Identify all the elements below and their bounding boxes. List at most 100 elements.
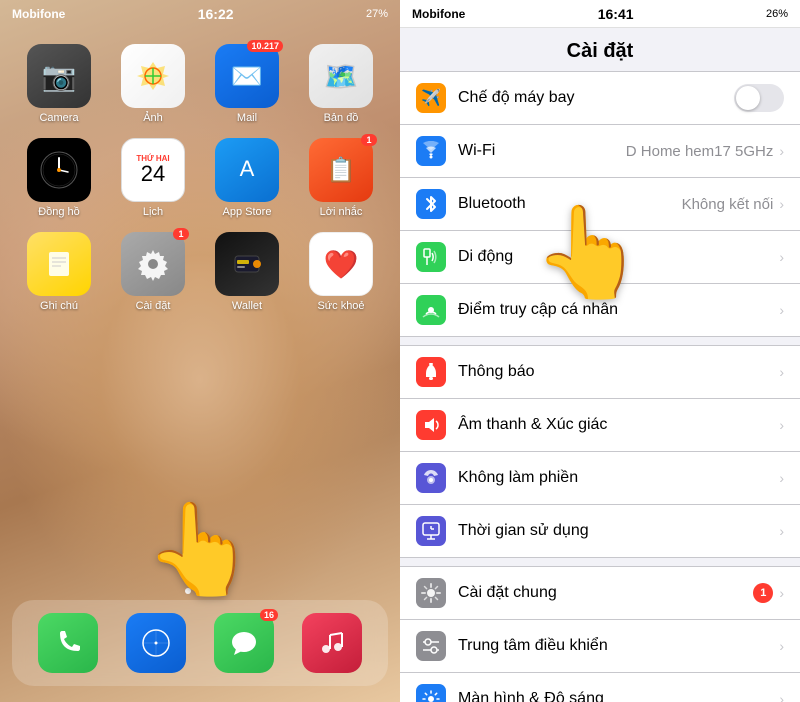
focus-label: Không làm phiền (458, 469, 779, 487)
maps-icon: 🗺️ (309, 44, 373, 108)
mail-label: Mail (237, 112, 257, 124)
appstore-label: App Store (223, 206, 272, 218)
toggle-thumb (736, 86, 760, 110)
settings-badge: 1 (173, 228, 189, 240)
reminders-label: Lời nhắc (320, 206, 363, 218)
row-airplane[interactable]: ✈️ Chế độ máy bay (400, 72, 800, 125)
dock-phone[interactable] (38, 613, 98, 673)
row-notifications[interactable]: Thông báo › (400, 346, 800, 399)
row-focus[interactable]: Không làm phiền › (400, 452, 800, 505)
airplane-icon: ✈️ (416, 83, 446, 113)
wifi-chevron: › (779, 143, 784, 159)
general-badge: 1 (753, 583, 773, 603)
screentime-chevron: › (779, 523, 784, 539)
focus-icon (416, 463, 446, 493)
settings-title-bar: Cài đặt (400, 28, 800, 71)
app-clock[interactable]: Đồng hồ (16, 138, 102, 218)
reminders-badge: 1 (361, 134, 377, 146)
left-time: 16:22 (198, 6, 234, 22)
dock-safari[interactable] (126, 613, 186, 673)
dock-music[interactable] (302, 613, 362, 673)
hotspot-chevron: › (779, 302, 784, 318)
right-status-bar: Mobifone 16:41 26% (400, 0, 800, 28)
display-chevron: › (779, 691, 784, 702)
display-label: Màn hình & Độ sáng (458, 690, 779, 702)
bluetooth-chevron: › (779, 196, 784, 212)
app-appstore[interactable]: A App Store (204, 138, 290, 218)
row-control[interactable]: Trung tâm điều khiển › (400, 620, 800, 673)
hand-cursor-right: 👆 (533, 200, 645, 305)
dock-messages[interactable]: 16 (214, 613, 274, 673)
row-wifi[interactable]: Wi-Fi D Home hem17 5GHz › (400, 125, 800, 178)
app-photos[interactable]: Ảnh (110, 44, 196, 124)
maps-label: Bản đồ (324, 112, 359, 124)
bluetooth-value: Không kết nối (682, 196, 774, 213)
airplane-label: Chế độ máy bay (458, 89, 734, 107)
wallet-label: Wallet (232, 300, 262, 312)
right-time: 16:41 (598, 6, 634, 22)
screentime-icon (416, 516, 446, 546)
app-mail[interactable]: ✉️ 10.217 Mail (204, 44, 290, 124)
wifi-label: Wi-Fi (458, 142, 626, 160)
general-label: Cài đặt chung (458, 584, 753, 602)
notifications-label: Thông báo (458, 363, 779, 381)
app-maps[interactable]: 🗺️ Bản đồ (298, 44, 384, 124)
control-chevron: › (779, 638, 784, 654)
settings-list: ✈️ Chế độ máy bay Wi-Fi D Home hem17 5GH… (400, 71, 800, 702)
general-icon (416, 578, 446, 608)
mobile-chevron: › (779, 249, 784, 265)
app-camera[interactable]: 📷 Camera (16, 44, 102, 124)
app-notes[interactable]: Ghi chú (16, 232, 102, 312)
appstore-icon: A (215, 138, 279, 202)
notes-label: Ghi chú (40, 300, 78, 312)
left-carrier: Mobifone (12, 7, 65, 21)
mobile-icon (416, 242, 446, 272)
mail-badge: 10.217 (247, 40, 283, 52)
app-reminders[interactable]: 📋 1 Lời nhắc (298, 138, 384, 218)
display-icon (416, 684, 446, 702)
calendar-icon: THỨ HAI 24 (121, 138, 185, 202)
right-carrier: Mobifone (412, 7, 465, 21)
section-notifications: Thông báo › Âm thanh & Xúc giác › Không … (400, 345, 800, 558)
settings-icon: 1 (121, 232, 185, 296)
app-wallet[interactable]: Wallet (204, 232, 290, 312)
notifications-chevron: › (779, 364, 784, 380)
settings-title: Cài đặt (416, 40, 784, 63)
hand-cursor-left: 👆 (144, 497, 256, 602)
health-label: Sức khoẻ (317, 300, 364, 312)
row-sound[interactable]: Âm thanh & Xúc giác › (400, 399, 800, 452)
photos-icon (121, 44, 185, 108)
airplane-toggle[interactable] (734, 84, 784, 112)
focus-chevron: › (779, 470, 784, 486)
app-calendar[interactable]: THỨ HAI 24 Lịch (110, 138, 196, 218)
left-status-bar: Mobifone 16:22 27% (0, 0, 400, 28)
app-health[interactable]: ❤️ Sức khoẻ (298, 232, 384, 312)
screentime-label: Thời gian sử dụng (458, 522, 779, 540)
photos-label: Ảnh (143, 112, 163, 124)
sound-icon (416, 410, 446, 440)
camera-label: Camera (39, 112, 78, 124)
row-display[interactable]: Màn hình & Độ sáng › (400, 673, 800, 702)
reminders-icon: 📋 1 (309, 138, 373, 202)
clock-label: Đồng hồ (38, 206, 80, 218)
sound-label: Âm thanh & Xúc giác (458, 416, 779, 434)
health-icon: ❤️ (309, 232, 373, 296)
control-icon (416, 631, 446, 661)
general-chevron: › (779, 585, 784, 601)
wallet-icon (215, 232, 279, 296)
row-general[interactable]: Cài đặt chung 1 › (400, 567, 800, 620)
app-grid: 📷 Camera Ảnh ✉️ 10.217 Mail 🗺️ Bản đồ Đồ (0, 36, 400, 320)
camera-icon: 📷 (27, 44, 91, 108)
messages-badge: 16 (260, 609, 278, 621)
bluetooth-icon (416, 189, 446, 219)
app-settings[interactable]: 1 Cài đặt (110, 232, 196, 312)
mail-icon: ✉️ 10.217 (215, 44, 279, 108)
row-screentime[interactable]: Thời gian sử dụng › (400, 505, 800, 557)
right-battery: 26% (766, 8, 788, 20)
left-phone: Mobifone 16:22 27% 📷 Camera Ảnh ✉️ 10.21… (0, 0, 400, 702)
right-phone: Mobifone 16:41 26% Cài đặt ✈️ Chế độ máy… (400, 0, 800, 702)
wifi-value: D Home hem17 5GHz (626, 143, 774, 160)
clock-icon (27, 138, 91, 202)
notes-icon (27, 232, 91, 296)
control-label: Trung tâm điều khiển (458, 637, 779, 655)
